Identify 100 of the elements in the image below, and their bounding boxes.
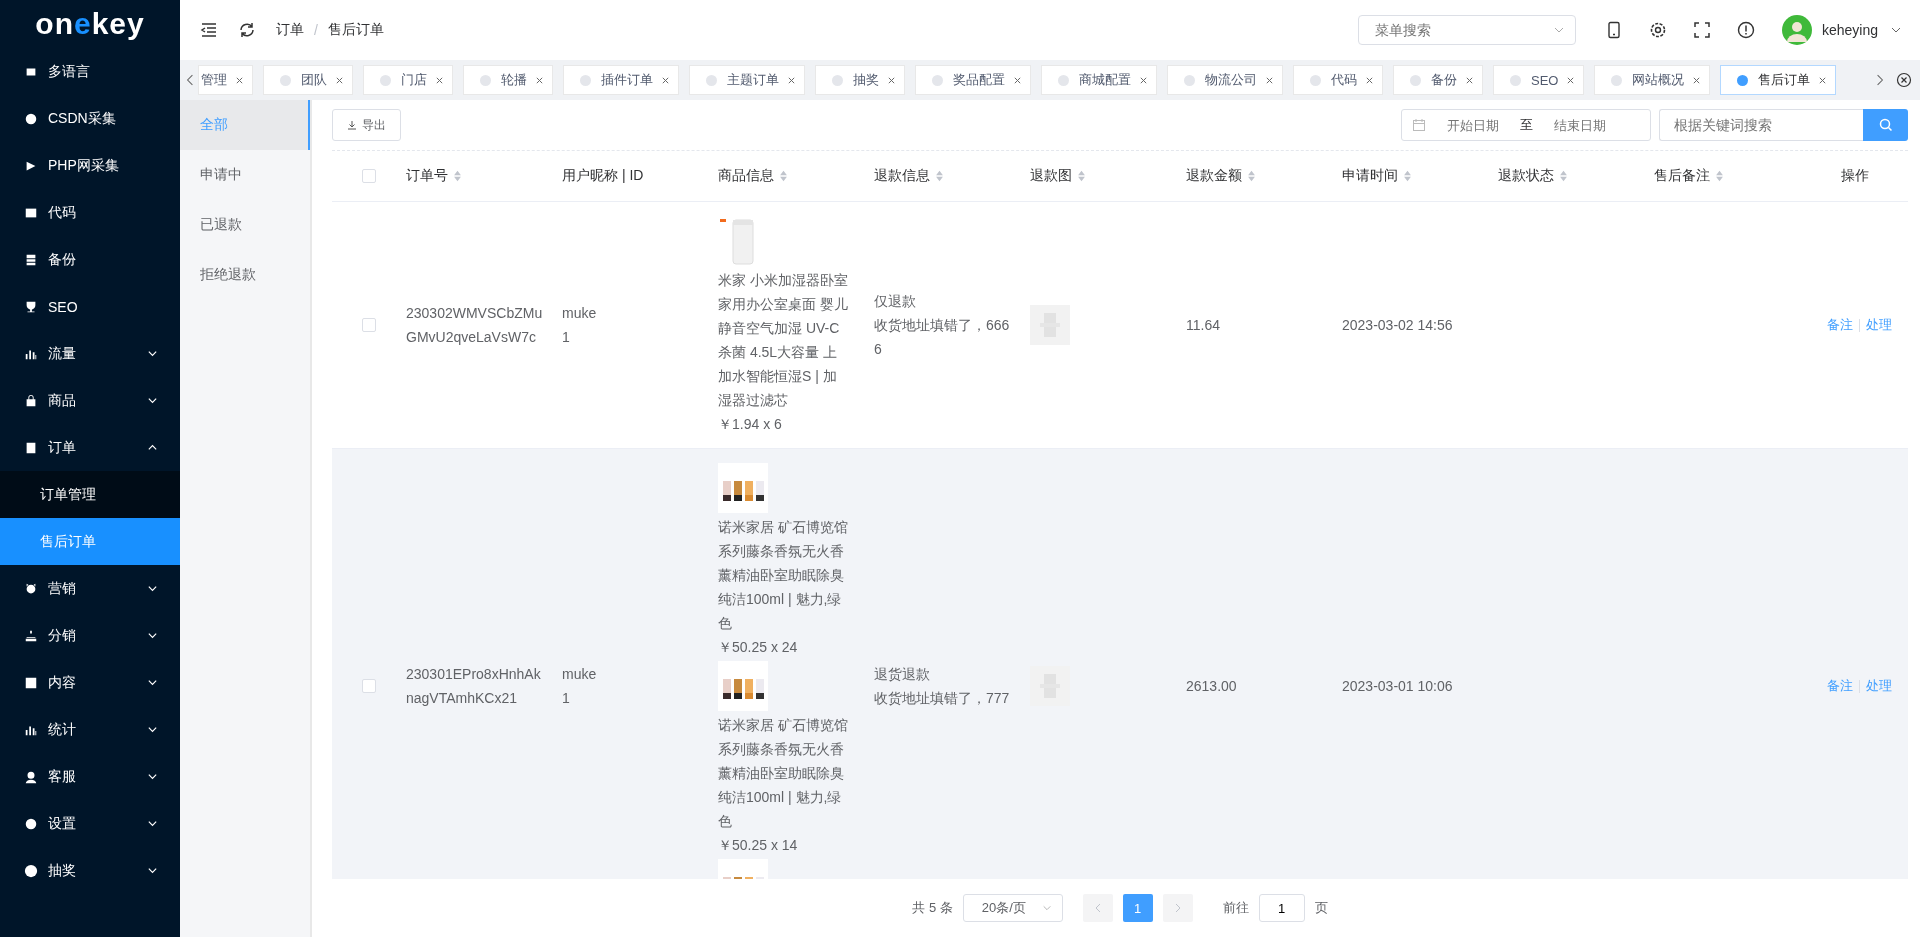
refund-amount: 2613.00 <box>1186 677 1237 696</box>
menu-search-select[interactable]: 菜单搜索 <box>1357 15 1576 45</box>
column-header[interactable]: 退款信息 <box>874 167 1030 185</box>
close-icon[interactable] <box>1818 75 1828 85</box>
sidebar-item[interactable]: 备份 <box>0 236 180 283</box>
status-filter-item[interactable]: 申请中 <box>180 150 310 200</box>
close-icon[interactable] <box>235 75 244 85</box>
status-filter-item[interactable]: 拒绝退款 <box>180 250 310 300</box>
menu-fold-icon[interactable] <box>200 21 218 39</box>
column-header[interactable]: 商品信息 <box>718 167 874 185</box>
row-checkbox[interactable] <box>362 318 376 332</box>
close-icon[interactable] <box>1365 75 1374 85</box>
close-all-icon[interactable] <box>1896 72 1912 88</box>
tab[interactable]: 轮播 <box>463 65 553 95</box>
refresh-icon[interactable] <box>238 21 256 39</box>
close-icon[interactable] <box>435 75 444 85</box>
user-name: muke <box>562 304 597 323</box>
column-header[interactable]: 退款状态 <box>1498 167 1654 185</box>
menu-item-icon <box>24 252 38 267</box>
date-range-picker[interactable]: 开始日期 至 结束日期 <box>1401 109 1651 141</box>
tab[interactable]: 商城配置 <box>1041 65 1157 95</box>
sidebar-item[interactable]: 营销 <box>0 565 180 612</box>
column-header[interactable]: 退款图 <box>1030 167 1186 185</box>
tab[interactable]: 插件订单 <box>563 65 679 95</box>
sidebar-item[interactable]: 商品 <box>0 377 180 424</box>
sidebar-item[interactable]: SEO <box>0 283 180 330</box>
fullscreen-icon[interactable] <box>1692 21 1711 39</box>
column-header[interactable]: 订单号 <box>406 167 562 185</box>
total-count: 共 5 条 <box>912 899 953 917</box>
tab[interactable]: 抽奖 <box>815 65 905 95</box>
info-icon[interactable] <box>1736 21 1755 39</box>
breadcrumb-separator: / <box>314 22 318 38</box>
scroll-left-icon[interactable] <box>186 73 194 87</box>
status-filter-item[interactable]: 已退款 <box>180 200 310 250</box>
tab[interactable]: 管理 <box>198 65 253 95</box>
close-icon[interactable] <box>787 75 796 85</box>
close-icon[interactable] <box>1139 75 1148 85</box>
menu-item-icon <box>24 675 38 690</box>
page-input[interactable]: 1 <box>1258 894 1305 922</box>
sidebar-item[interactable]: 统计 <box>0 706 180 753</box>
close-icon[interactable] <box>335 75 344 85</box>
close-icon[interactable] <box>1566 75 1576 85</box>
avatar[interactable] <box>1781 15 1812 45</box>
sidebar-subitem[interactable]: 订单管理 <box>0 471 180 518</box>
page-size-select[interactable]: 20条/页 <box>962 894 1063 922</box>
caret-icon <box>1041 903 1052 913</box>
close-icon[interactable] <box>1465 75 1474 85</box>
column-header[interactable]: 售后备注 <box>1654 167 1810 185</box>
close-icon[interactable] <box>1265 75 1274 85</box>
close-icon[interactable] <box>661 75 670 85</box>
menu-item-icon <box>24 628 38 643</box>
sidebar-item[interactable]: 抽奖 <box>0 847 180 894</box>
sidebar-item[interactable]: 多语言 <box>0 48 180 95</box>
sidebar-item[interactable]: 代码 <box>0 189 180 236</box>
tab[interactable]: 售后订单 <box>1720 65 1837 95</box>
tab[interactable]: 团队 <box>263 65 353 95</box>
column-header[interactable]: 申请时间 <box>1342 167 1498 185</box>
table-row[interactable]: 230301EPro8xHnhAknagVTAmhKCx21 muke 1 诺米家居 矿石博览馆系列藤条香氛无火香薰精油卧室助眠除臭纯洁100ml | 魅力,绿色 ￥50.25 x 24 诺米家居 矿石博览馆系列藤条香氛无火香薰精油卧室助眠除臭纯洁100ml | 魅力,绿色 ￥50.25 x 14 退货退款 收货地址填错了，777 2613.00 2023-03-01 10:06 备注 处理 <box>332 449 1908 879</box>
tab[interactable]: 奖品配置 <box>915 65 1031 95</box>
tab[interactable]: 代码 <box>1293 65 1383 95</box>
sidebar-item[interactable]: 分销 <box>0 612 180 659</box>
tab[interactable]: SEO <box>1493 65 1585 95</box>
close-icon[interactable] <box>887 75 896 85</box>
sidebar-item[interactable]: 设置 <box>0 800 180 847</box>
menu-item-icon <box>24 581 38 596</box>
refund-reason: 收货地址填错了，6666 <box>874 316 1011 359</box>
sidebar-item[interactable]: 客服 <box>0 753 180 800</box>
sidebar-item[interactable]: 流量 <box>0 330 180 377</box>
tab[interactable]: 网站概况 <box>1594 65 1711 95</box>
sidebar-item[interactable]: 订单 <box>0 424 180 471</box>
export-button[interactable]: 导出 <box>332 109 401 141</box>
order-number: 230301EPro8xHnhAknagVTAmhKCx21 <box>406 665 542 708</box>
column-header[interactable]: 退款金额 <box>1186 167 1342 185</box>
sidebar-item[interactable]: 内容 <box>0 659 180 706</box>
product-price: ￥50.25 x 24 <box>718 638 798 657</box>
refund-reason: 收货地址填错了，777 <box>874 689 1010 708</box>
column-header[interactable]: 用户昵称 | ID <box>562 167 718 185</box>
tab[interactable]: 门店 <box>363 65 453 95</box>
menu-item-icon <box>24 863 38 878</box>
order-number: 230302WMVSCbZMuGMvU2qveLaVsW7c <box>406 304 544 347</box>
sidebar-item[interactable]: CSDN采集 <box>0 95 180 142</box>
tab[interactable]: 备份 <box>1393 65 1483 95</box>
logo: onekey <box>34 6 146 42</box>
tab[interactable]: 物流公司 <box>1167 65 1283 95</box>
sidebar-item[interactable]: PHP网采集 <box>0 142 180 189</box>
column-header[interactable]: 操作 <box>1810 167 1908 185</box>
settings-icon[interactable] <box>1648 21 1667 39</box>
menu-item-icon <box>24 299 38 314</box>
row-checkbox[interactable] <box>362 679 376 693</box>
close-icon[interactable] <box>535 75 544 85</box>
user-id: 1 <box>562 328 570 347</box>
scroll-right-icon[interactable] <box>1876 73 1884 87</box>
breadcrumb-item[interactable]: 订单 <box>276 21 304 39</box>
breadcrumb-item[interactable]: 售后订单 <box>327 21 384 39</box>
close-icon[interactable] <box>1013 75 1022 85</box>
keyword-search-field[interactable]: 根据关键词搜索 <box>1659 109 1863 141</box>
tab[interactable]: 主题订单 <box>689 65 805 95</box>
select-all-checkbox[interactable] <box>362 169 376 183</box>
username[interactable]: keheying <box>1821 22 1878 38</box>
close-icon[interactable] <box>1692 75 1702 85</box>
